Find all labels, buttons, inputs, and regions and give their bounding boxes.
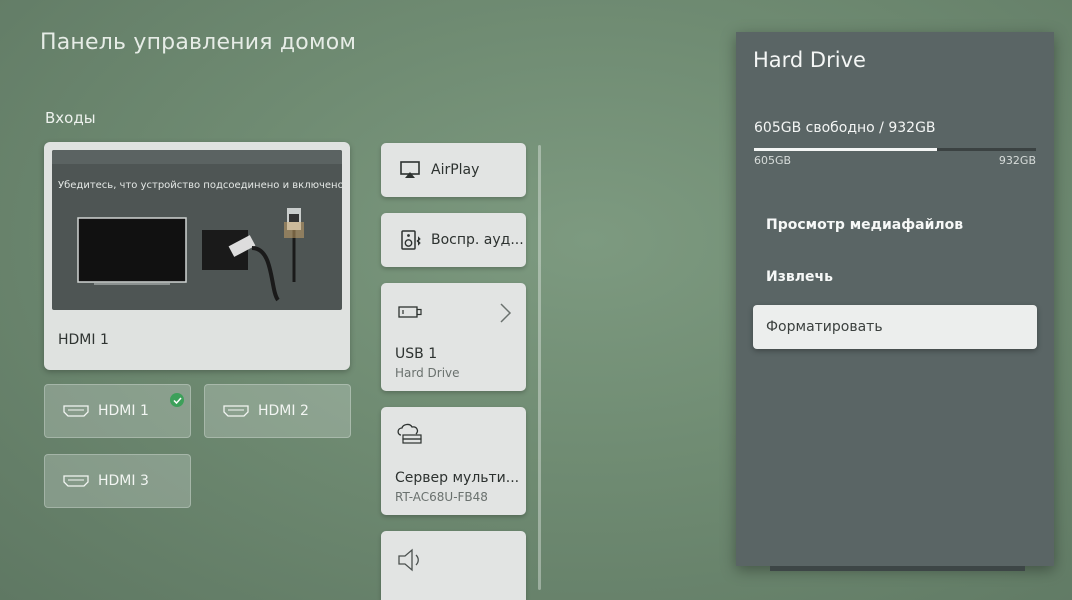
media-server-icon <box>397 423 422 444</box>
sound-output-icon <box>398 548 419 572</box>
airplay-card[interactable]: AirPlay <box>381 143 526 197</box>
hdmi3-tile[interactable]: HDMI 3 <box>44 454 191 508</box>
bluetooth-audio-label: Воспр. ауд... <box>431 232 524 248</box>
hdmi1-preview-card[interactable]: Убедитесь, что устройство подсоединено и… <box>44 142 350 370</box>
hdmi-port-icon <box>63 405 89 417</box>
connection-illustration: Убедитесь, что устройство подсоединено и… <box>52 150 342 310</box>
inputs-section-label: Входы <box>45 109 96 127</box>
hdmi3-label: HDMI 3 <box>98 473 149 489</box>
panel-title: Hard Drive <box>753 48 866 72</box>
bluetooth-audio-card[interactable]: Воспр. ауд... <box>381 213 526 267</box>
format-button[interactable]: Форматировать <box>753 305 1037 349</box>
media-server-sublabel: RT-AC68U-FB48 <box>395 490 488 504</box>
airplay-label: AirPlay <box>431 162 480 178</box>
storage-bar-fill <box>754 148 938 151</box>
page-title: Панель управления домом <box>40 30 357 55</box>
view-media-button[interactable]: Просмотр медиафайлов <box>766 217 963 233</box>
background-furniture <box>770 566 1025 571</box>
inputs-scrollbar[interactable] <box>538 145 541 590</box>
connected-check-icon <box>170 393 184 407</box>
media-server-label: Сервер мульти... <box>395 470 520 486</box>
hdmi1-label: HDMI 1 <box>98 403 149 419</box>
media-server-card[interactable]: Сервер мульти... RT-AC68U-FB48 <box>381 407 526 515</box>
storage-text: 605GB свободно / 932GB <box>754 120 936 136</box>
storage-bar-min: 605GB <box>754 154 792 167</box>
airplay-icon <box>400 161 420 178</box>
storage-bar <box>754 148 1036 151</box>
usb1-sublabel: Hard Drive <box>395 366 460 380</box>
hdmi2-label: HDMI 2 <box>258 403 309 419</box>
usb1-card[interactable]: USB 1 Hard Drive <box>381 283 526 391</box>
speaker-bluetooth-icon <box>401 230 421 250</box>
format-label: Форматировать <box>766 319 883 335</box>
hard-drive-panel: Hard Drive 605GB свободно / 932GB 605GB … <box>736 32 1054 566</box>
hdmi-port-icon <box>223 405 249 417</box>
usb1-label: USB 1 <box>395 346 438 362</box>
chevron-right-icon <box>500 303 512 323</box>
eject-button[interactable]: Извлечь <box>766 269 833 285</box>
usb-icon <box>398 306 422 318</box>
sound-output-card[interactable] <box>381 531 526 600</box>
hdmi2-tile[interactable]: HDMI 2 <box>204 384 351 438</box>
storage-bar-max: 932GB <box>998 154 1036 167</box>
preview-input-label: HDMI 1 <box>58 332 109 348</box>
hdmi-port-icon <box>63 475 89 487</box>
hdmi1-tile[interactable]: HDMI 1 <box>44 384 191 438</box>
tv-connection-icon <box>77 208 304 302</box>
